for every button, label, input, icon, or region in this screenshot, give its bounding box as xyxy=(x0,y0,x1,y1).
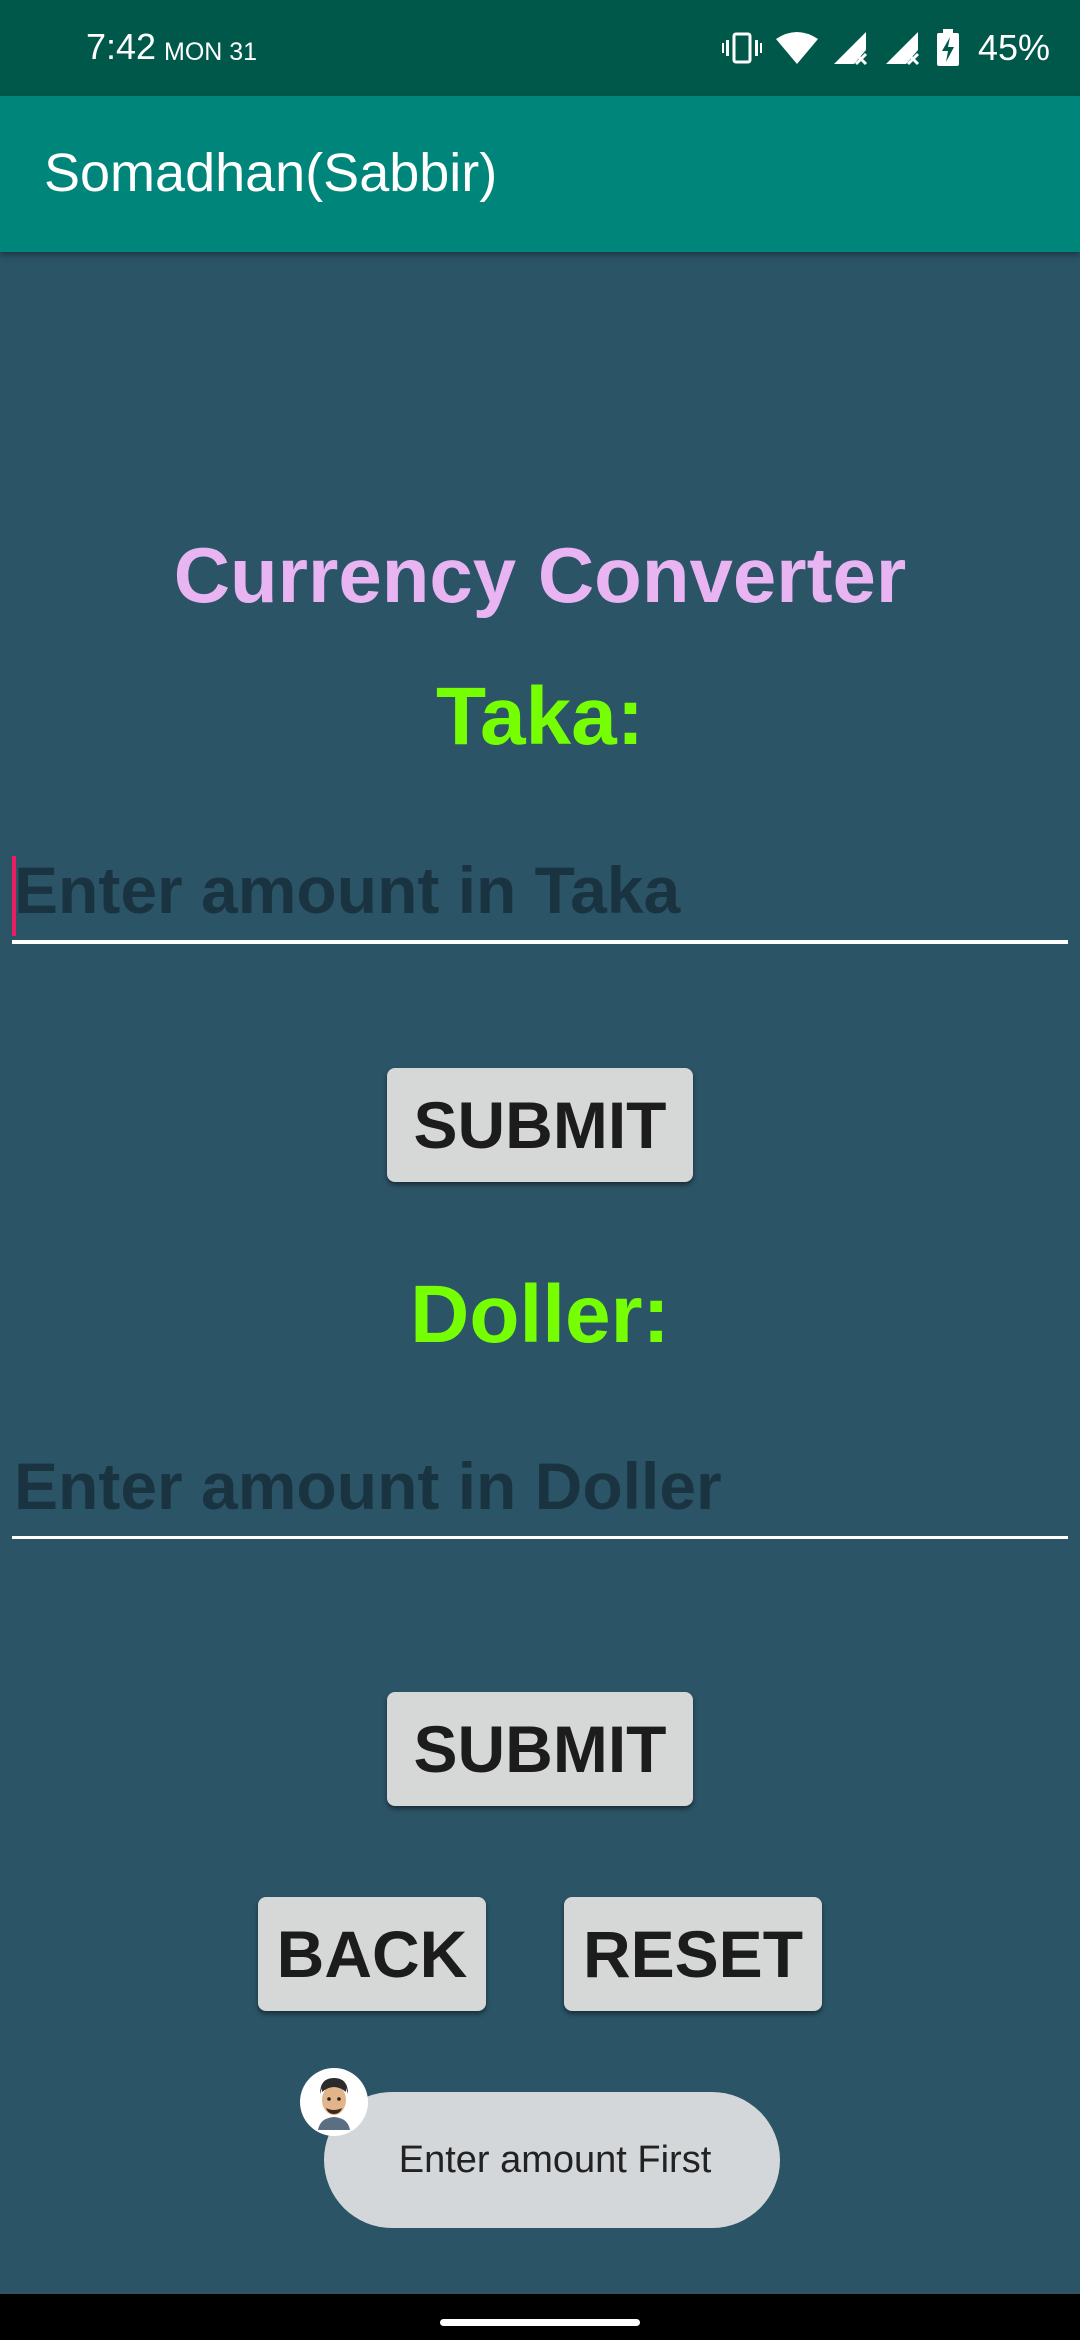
navigation-bar xyxy=(0,2294,1080,2340)
battery-charging-icon xyxy=(936,29,960,67)
back-button[interactable]: BACK xyxy=(258,1897,486,2011)
signal-icon xyxy=(884,30,922,66)
app-avatar-icon xyxy=(300,2068,368,2136)
reset-button[interactable]: RESET xyxy=(564,1897,822,2011)
wifi-icon xyxy=(775,31,818,65)
app-bar: Somadhan(Sabbir) xyxy=(0,96,1080,252)
taka-input[interactable] xyxy=(12,840,1068,940)
status-bar: 7:42 MON 31 45% xyxy=(0,0,1080,96)
submit-doller-button[interactable]: SUBMIT xyxy=(387,1692,693,1806)
doller-field[interactable] xyxy=(12,1436,1068,1539)
signal-icon xyxy=(832,30,870,66)
battery-percentage: 45% xyxy=(977,27,1050,68)
status-icons: 45% xyxy=(721,24,1050,72)
doller-label: Doller: xyxy=(410,1269,670,1360)
toast-message: Enter amount First xyxy=(324,2092,780,2228)
status-time: 7:42 xyxy=(86,26,157,67)
submit-taka-button[interactable]: SUBMIT xyxy=(387,1068,693,1182)
vibrate-icon xyxy=(721,30,762,66)
text-cursor xyxy=(12,856,16,936)
page-title: Currency Converter xyxy=(173,531,907,619)
doller-input[interactable] xyxy=(12,1436,1068,1536)
taka-label: Taka: xyxy=(435,671,645,762)
home-gesture-handle[interactable] xyxy=(440,2319,640,2326)
app-title: Somadhan(Sabbir) xyxy=(44,143,498,203)
taka-field[interactable] xyxy=(12,840,1068,944)
status-day: MON 31 xyxy=(164,38,258,66)
